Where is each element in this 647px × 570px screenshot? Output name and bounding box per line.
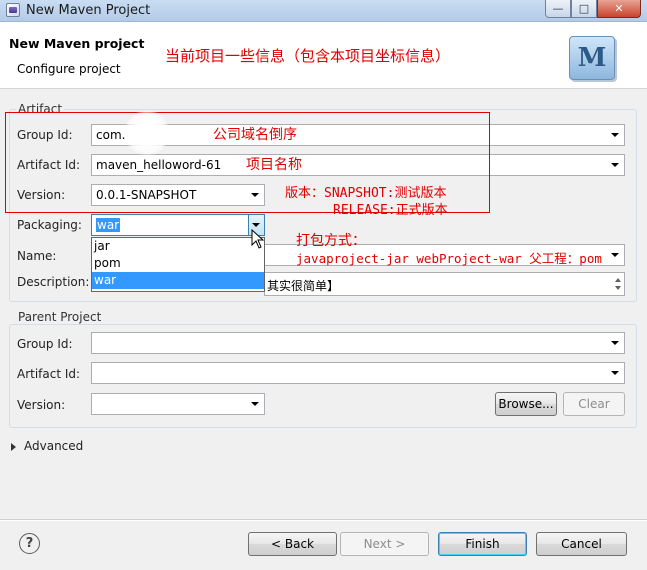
chevron-down-icon — [252, 223, 260, 227]
parent-artifact-id-label: Artifact Id: — [17, 367, 81, 381]
expand-arrow-icon[interactable] — [11, 443, 16, 451]
maven-logo-icon: M — [569, 36, 615, 80]
annotation-version-note-2: RELEASE:正式版本 — [333, 203, 448, 218]
dropdown-option-pom[interactable]: pom — [92, 255, 264, 272]
chevron-down-icon[interactable] — [611, 253, 619, 257]
parent-version-label: Version: — [17, 398, 66, 412]
minimize-icon[interactable]: — — [545, 0, 571, 18]
description-value: 其实很简单】 — [267, 279, 340, 293]
window-title: New Maven Project — [26, 3, 151, 18]
chevron-down-icon[interactable] — [611, 341, 619, 345]
clear-button[interactable]: Clear — [563, 392, 625, 416]
packaging-combo[interactable]: war — [91, 214, 265, 236]
close-icon[interactable]: ✕ — [597, 0, 641, 18]
title-bar[interactable]: New Maven Project — □ ✕ — [0, 0, 647, 22]
next-button[interactable]: Next > — [340, 532, 429, 556]
chevron-down-icon[interactable] — [251, 402, 259, 406]
mouse-cursor-icon — [251, 229, 265, 249]
parent-project-label: Parent Project — [16, 310, 104, 324]
scroll-up-icon[interactable] — [615, 278, 621, 282]
chevron-down-icon[interactable] — [611, 371, 619, 375]
annotation-packaging-note-1: 打包方式： — [296, 233, 366, 249]
dropdown-option-war[interactable]: war — [92, 272, 264, 289]
wizard-subtitle: Configure project — [17, 62, 121, 76]
annotation-group-note: 公司域名倒序 — [213, 127, 297, 143]
description-textarea[interactable]: 其实很简单】 — [264, 272, 625, 296]
chevron-down-icon[interactable] — [611, 163, 619, 167]
scroll-down-icon[interactable] — [615, 286, 621, 290]
chevron-down-icon[interactable] — [611, 133, 619, 137]
packaging-dropdown-list[interactable]: jar pom war — [91, 237, 265, 292]
annotation-artifact-note: 项目名称 — [246, 157, 302, 173]
parent-group-id-label: Group Id: — [17, 337, 73, 351]
app-icon — [6, 3, 20, 17]
annotation-packaging-note-2: javaproject-jar webProject-war 父工程：pom — [296, 251, 602, 266]
annotation-header-note: 当前项目一些信息（包含本项目坐标信息） — [165, 47, 451, 65]
packaging-value: war — [96, 218, 121, 232]
redaction-blur — [124, 110, 170, 156]
maximize-icon[interactable]: □ — [571, 0, 597, 18]
description-label: Description: — [17, 275, 90, 289]
finish-button[interactable]: Finish — [438, 532, 527, 556]
parent-version-combo[interactable] — [91, 393, 265, 415]
dropdown-option-jar[interactable]: jar — [92, 238, 264, 255]
wizard-title: New Maven project — [9, 36, 145, 51]
advanced-toggle[interactable]: Advanced — [24, 439, 83, 453]
browse-button[interactable]: Browse... — [495, 392, 557, 416]
back-button[interactable]: < Back — [248, 532, 337, 556]
parent-group-id-combo[interactable] — [91, 332, 625, 354]
cancel-button[interactable]: Cancel — [536, 532, 627, 556]
footer-separator — [0, 519, 647, 521]
help-icon[interactable]: ? — [19, 533, 40, 554]
name-label: Name: — [17, 249, 57, 263]
window-controls: — □ ✕ — [545, 0, 641, 18]
packaging-label: Packaging: — [17, 218, 82, 232]
parent-artifact-id-combo[interactable] — [91, 362, 625, 384]
